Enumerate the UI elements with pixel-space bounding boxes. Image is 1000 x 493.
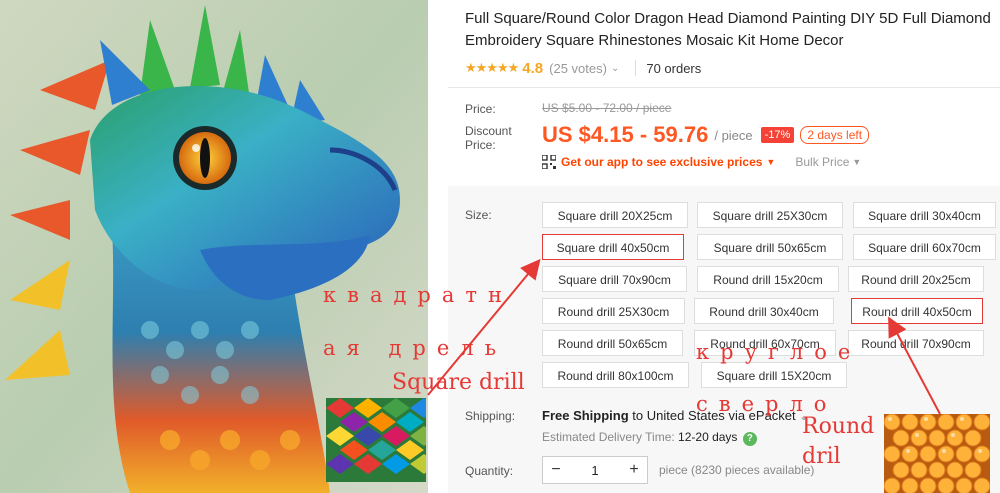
round-drill-sample-image (884, 414, 990, 493)
chevron-down-icon[interactable]: ⌄ (611, 63, 619, 74)
votes-link[interactable]: (25 votes) (549, 61, 607, 76)
size-option[interactable]: Square drill 25X30cm (697, 202, 843, 228)
quantity-stepper[interactable]: − 1 + (542, 456, 648, 484)
size-option-selected[interactable]: Square drill 40x50cm (542, 234, 684, 260)
shipping-to-text: to (632, 408, 644, 423)
divider (635, 60, 637, 76)
size-option[interactable]: Round drill 25X30cm (542, 298, 685, 324)
bulk-price-link[interactable]: Bulk Price (795, 155, 849, 169)
increase-button[interactable]: + (621, 461, 647, 479)
size-option[interactable]: Square drill 70x90cm (542, 266, 687, 292)
size-option[interactable]: Round drill 70x90cm (848, 330, 984, 356)
days-left-badge: 2 days left (800, 126, 870, 144)
caret-down-icon[interactable]: ▼ (852, 157, 861, 167)
discount-badge: -17% (760, 127, 795, 143)
size-option[interactable]: Square drill 15X20cm (701, 362, 847, 388)
shipping-label: Shipping: (465, 409, 516, 423)
discount-label-line1: Discount (465, 124, 512, 138)
annotation-ru-square-line1: квадратн (323, 283, 513, 307)
size-option[interactable]: Square drill 20X25cm (542, 202, 688, 228)
size-option[interactable]: Round drill 15x20cm (697, 266, 839, 292)
app-price-row: Get our app to see exclusive prices ▼ Bu… (542, 155, 861, 169)
annotation-round-line2: dril (802, 444, 841, 469)
eta-label: Estimated Delivery Time: (542, 430, 675, 444)
free-shipping-text: Free Shipping (542, 408, 629, 423)
rating-score: 4.8 (522, 59, 544, 77)
price-label: Price: (465, 102, 496, 116)
rating-row: ★★★★★ 4.8 (25 votes) ⌄ 70 orders (465, 58, 701, 78)
size-option[interactable]: Round drill 80x100cm (542, 362, 689, 388)
discount-price-row: US $4.15 - 59.76 / piece -17% 2 days lef… (542, 122, 870, 148)
discount-label-line2: Price: (465, 138, 496, 152)
product-title: Full Square/Round Color Dragon Head Diam… (465, 10, 991, 49)
size-label: Size: (465, 208, 492, 222)
annotation-square-drill: Square drill (392, 370, 525, 395)
app-exclusive-price-link[interactable]: Get our app to see exclusive prices (561, 155, 762, 169)
caret-down-icon[interactable]: ▼ (766, 157, 775, 167)
annotation-ru-round-line1: круглое (696, 340, 862, 364)
help-icon[interactable]: ? (742, 432, 757, 446)
size-option[interactable]: Round drill 30x40cm (694, 298, 834, 324)
decrease-button[interactable]: − (543, 461, 569, 479)
square-drill-sample-image (326, 398, 426, 482)
size-option[interactable]: Square drill 60x70cm (853, 234, 996, 260)
divider (448, 87, 1000, 88)
annotation-ru-square-line2: ая дрель (323, 336, 508, 360)
quantity-input[interactable]: 1 (569, 463, 621, 478)
size-option[interactable]: Square drill 30x40cm (853, 202, 996, 228)
quantity-label: Quantity: (465, 464, 514, 478)
eta-value: 12-20 days (678, 430, 738, 444)
stock-availability: piece (8230 pieces available) (659, 463, 815, 477)
qr-code-icon (542, 155, 556, 169)
size-option[interactable]: Square drill 50x65cm (697, 234, 843, 260)
star-rating-icon: ★★★★★ (465, 60, 519, 75)
discount-price: US $4.15 - 59.76 (542, 122, 709, 147)
size-option-selected[interactable]: Round drill 40x50cm (851, 298, 983, 324)
size-option[interactable]: Round drill 50x65cm (542, 330, 683, 356)
price-unit: / piece (714, 127, 753, 143)
delivery-estimate: Estimated Delivery Time: 12-20 days ? (542, 430, 757, 446)
annotation-ru-round-line2: сверло (696, 392, 838, 416)
original-price: US $5.00 - 72.00 / piece (542, 101, 672, 115)
orders-count: 70 orders (646, 60, 702, 76)
size-option[interactable]: Round drill 20x25cm (848, 266, 984, 292)
annotation-round-line1: Round (802, 414, 875, 439)
